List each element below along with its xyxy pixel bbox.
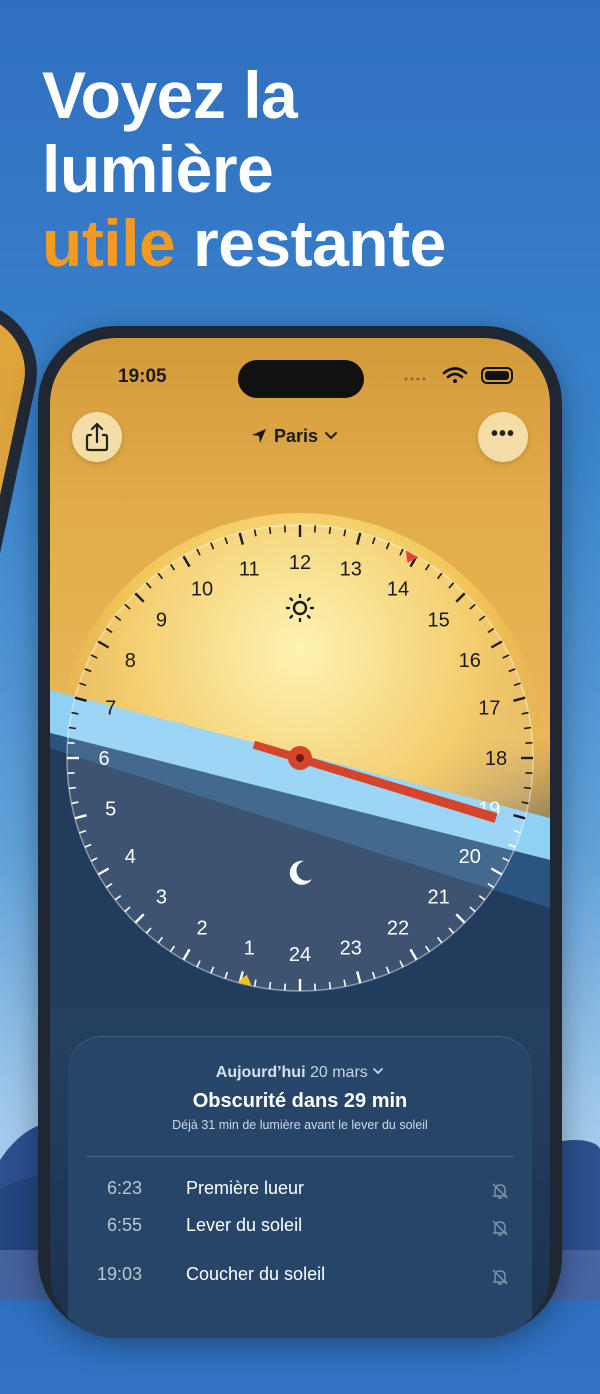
divider [86,1156,514,1157]
event-row-sunset[interactable]: 19:03 Coucher du soleil [68,1264,532,1294]
app-screen: 19:05 Paris [50,338,550,1338]
hour-label: 5 [105,799,116,821]
event-label: Première lueur [186,1178,304,1199]
headline-accent: utile [42,206,175,280]
hour-label: 23 [340,937,362,959]
hour-label: 13 [340,559,362,581]
battery-icon [482,368,512,383]
more-button[interactable]: ••• [478,412,528,462]
hour-label: 9 [156,609,167,631]
dial-tick [524,728,531,729]
dial-tick [329,982,330,989]
hour-label: 22 [387,918,409,940]
date-value: 20 mars [310,1064,368,1081]
hour-label: 11 [239,559,260,581]
headline-line3-rest: restante [175,206,446,280]
date-prefix: Aujourd’hui [216,1064,306,1081]
share-button[interactable] [72,412,122,462]
share-icon [72,412,122,462]
dynamic-island [238,360,364,398]
location-selector[interactable]: Paris [250,424,338,448]
headline-line2: lumière [42,132,582,206]
hour-label: 8 [125,650,136,672]
hour-label: 18 [485,748,507,770]
hour-label: 6 [98,748,109,770]
darkness-countdown: Obscurité dans 29 min [68,1090,532,1113]
dial-tick [270,527,271,534]
hour-label: 14 [387,578,409,600]
promo-headline: Voyez la lumière utile restante [42,58,582,280]
hour-label: 24 [289,944,311,966]
dial-tick [69,728,76,729]
bell-slash-icon[interactable] [490,1181,510,1201]
hour-label: 17 [478,697,500,719]
hour-label: 7 [105,697,116,719]
chevron-down-icon [372,1065,384,1077]
signal-icon [405,378,426,381]
day-summary-card: Aujourd’hui 20 mars Obscurité dans 29 mi… [68,1036,532,1338]
date-selector[interactable]: Aujourd’hui 20 mars [68,1064,532,1082]
location-arrow-icon [250,427,268,445]
dial-tick [69,787,76,788]
hour-label: 15 [427,609,449,631]
bell-slash-icon[interactable] [490,1267,510,1287]
event-time: 19:03 [88,1264,142,1285]
hour-label: 16 [459,650,481,672]
more-icon: ••• [478,423,528,446]
hour-label: 1 [244,937,255,959]
hour-label: 3 [156,887,167,909]
hour-label: 4 [125,846,136,868]
event-time: 6:23 [88,1178,142,1199]
hour-label: 10 [191,578,213,600]
chevron-down-icon [324,429,338,443]
headline-line1: Voyez la [42,58,582,132]
hour-label: 12 [289,552,311,574]
event-label: Coucher du soleil [186,1264,325,1285]
wifi-icon [444,369,466,384]
status-time: 19:05 [118,366,167,388]
dial-tick [329,527,330,534]
light-summary: Déjà 31 min de lumière avant le lever du… [68,1118,532,1132]
event-time: 6:55 [88,1215,142,1236]
event-row-first-light[interactable]: 6:23 Première lueur [68,1178,532,1208]
daylight-dial: 123456789101112131415161718192021222324 [50,508,550,1008]
phone-frame: 19:05 Paris [38,326,562,1336]
bell-slash-icon[interactable] [490,1218,510,1238]
dial-tick [524,787,531,788]
status-icons [400,364,520,388]
headline-line3: utile restante [42,206,582,280]
location-name: Paris [274,426,318,447]
event-label: Lever du soleil [186,1215,302,1236]
hour-label: 21 [427,887,449,909]
dial-tick [270,982,271,989]
hour-label: 20 [459,846,481,868]
hour-label: 2 [196,918,207,940]
event-row-sunrise[interactable]: 6:55 Lever du soleil [68,1215,532,1245]
